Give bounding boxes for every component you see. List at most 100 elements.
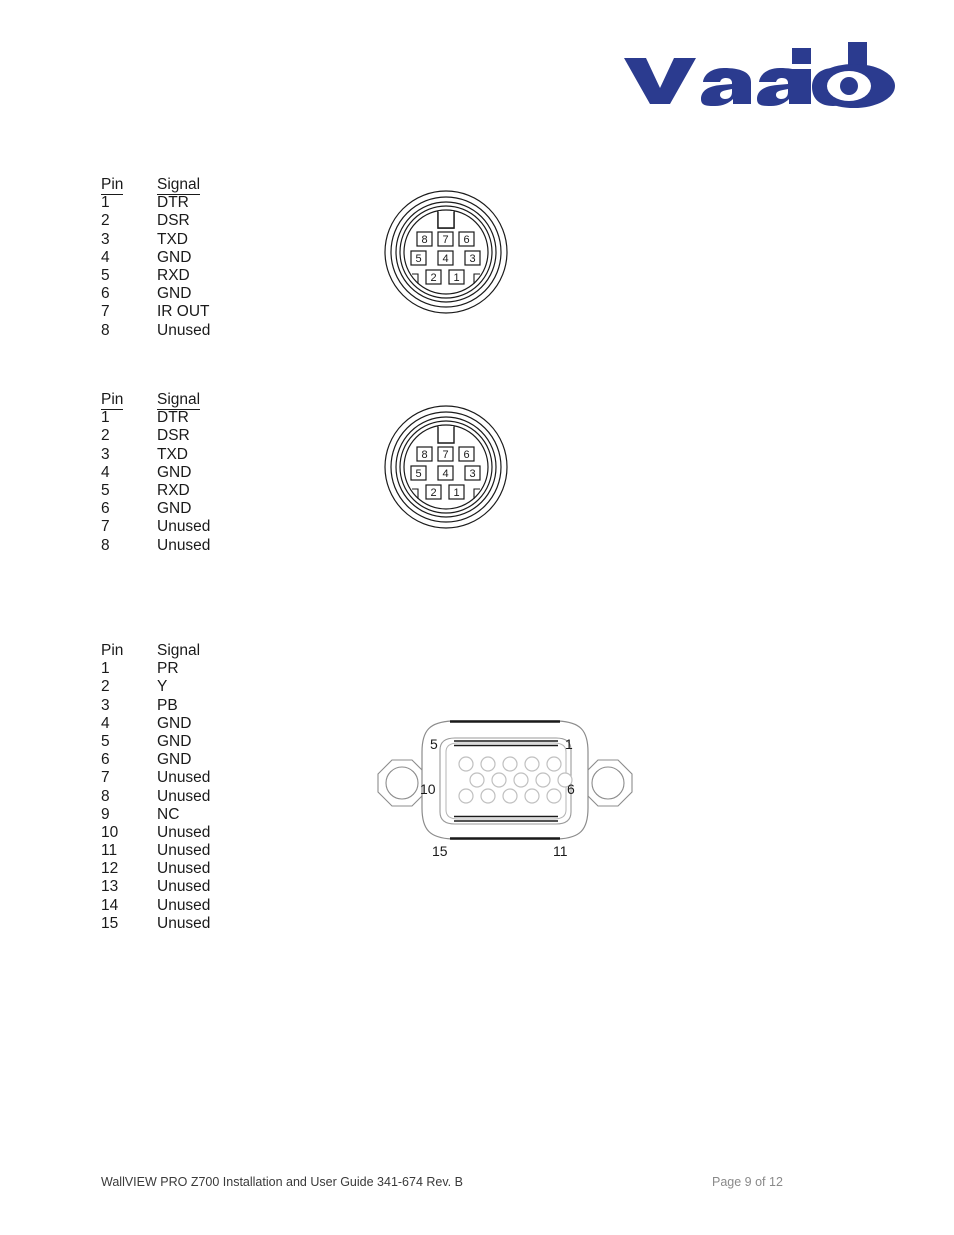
table-row: 15 Unused	[101, 915, 210, 933]
header-pin: Pin	[101, 642, 124, 659]
table-row: 5 RXD	[101, 482, 210, 500]
connector-diagram-mini-din-8-bottom: 8 7 6 5 4 3 2 1	[382, 403, 510, 531]
cell-pin: 2	[101, 212, 110, 230]
header-signal: Signal	[157, 642, 201, 659]
table-row: 12 Unused	[101, 860, 210, 878]
pin-label-4: 4	[442, 468, 448, 480]
cell-signal: Y	[157, 678, 168, 696]
db15-label-15: 15	[432, 843, 448, 856]
pin-label-7: 7	[442, 449, 448, 461]
cell-signal: NC	[157, 805, 180, 823]
header-signal: Signal	[157, 176, 201, 196]
table-row: 1 PR	[101, 660, 210, 678]
cell-pin: 14	[101, 896, 119, 914]
table-row: 4 GND	[101, 715, 210, 733]
cell-signal: Unused	[157, 878, 211, 896]
cell-pin: 11	[101, 842, 118, 860]
pin-label-6: 6	[463, 449, 469, 461]
cell-pin: 2	[101, 427, 110, 445]
cell-signal: Unused	[157, 860, 211, 878]
cell-signal: PR	[157, 660, 179, 678]
cell-pin: 7	[101, 303, 110, 321]
table-row: 5 GND	[101, 733, 210, 751]
cell-pin: 4	[101, 248, 110, 266]
table-row: 6 GND	[101, 751, 210, 769]
cell-pin: 1	[101, 194, 110, 212]
cell-signal: GND	[157, 248, 192, 266]
table-row: 10 Unused	[101, 824, 210, 842]
cell-signal: DTR	[157, 409, 189, 427]
cell-pin: 13	[101, 878, 119, 896]
table-row: 7 Unused	[101, 769, 210, 787]
db15-label-10: 10	[420, 781, 436, 797]
table-row: 6 GND	[101, 285, 210, 303]
table-row: 3 TXD	[101, 231, 210, 249]
cell-pin: 8	[101, 321, 110, 339]
cell-signal: DSR	[157, 427, 190, 445]
connector-diagram-mini-din-8-top: 8 7 6 5 4 3 2 1	[382, 188, 510, 316]
table-row: 1 DTR	[101, 194, 210, 212]
table-row: 13 Unused	[101, 878, 210, 896]
page-footer: WallVIEW PRO Z700 Installation and User …	[0, 1175, 954, 1195]
cell-pin: 9	[101, 805, 110, 823]
header-pin: Pin	[101, 176, 124, 196]
cell-signal: GND	[157, 463, 192, 481]
table-row: 1 DTR	[101, 409, 210, 427]
cell-signal: RXD	[157, 266, 190, 284]
pin-label-5: 5	[415, 468, 421, 480]
pin-label-2: 2	[430, 272, 436, 284]
cell-pin: 6	[101, 500, 110, 518]
table-row: 7 IR OUT	[101, 303, 210, 321]
connector-diagram-db15: 5 1 10 6 15 11	[360, 716, 650, 859]
cell-signal: GND	[157, 732, 192, 750]
cell-signal: TXD	[157, 445, 188, 463]
cell-pin: 6	[101, 751, 110, 769]
table-row: 11 Unused	[101, 842, 210, 860]
pinout-table-1: Pin Signal 1 DTR 2 DSR 3 TXD 4 GND 5 RXD 6 GND …	[101, 176, 210, 340]
cell-pin: 1	[101, 660, 110, 678]
cell-pin: 7	[101, 769, 110, 787]
cell-signal: Unused	[157, 536, 211, 554]
cell-signal: PB	[157, 696, 178, 714]
cell-pin: 10	[101, 823, 119, 841]
pin-label-1: 1	[453, 487, 459, 499]
cell-pin: 8	[101, 536, 110, 554]
cell-pin: 6	[101, 285, 110, 303]
pinout-table-3: Pin Signal 1 PR 2Y 3 PB 4 GND 5 GND 6 GND 7 Unu…	[101, 642, 210, 933]
table-header-row: Pin Signal	[101, 642, 210, 660]
table-row: 2 DSR	[101, 212, 210, 230]
cell-pin: 4	[101, 714, 110, 732]
table-row: 4 GND	[101, 249, 210, 267]
cell-pin: 4	[101, 463, 110, 481]
pin-label-1: 1	[453, 272, 459, 284]
cell-signal: IR OUT	[157, 303, 210, 321]
pin-label-7: 7	[442, 234, 448, 246]
table-row: 2 DSR	[101, 427, 210, 445]
table-row: 3 TXD	[101, 446, 210, 464]
table-header-row: Pin Signal	[101, 391, 210, 411]
pinout-table-2: Pin Signal 1 DTR 2 DSR 3 TXD 4 GND 5 RXD 6 GND …	[101, 391, 210, 555]
pin-label-4: 4	[442, 253, 448, 265]
cell-pin: 3	[101, 696, 110, 714]
cell-signal: GND	[157, 714, 192, 732]
cell-pin: 15	[101, 914, 119, 932]
cell-signal: Unused	[157, 321, 211, 339]
cell-pin: 3	[101, 445, 110, 463]
vaddio-logo	[620, 40, 895, 108]
header-pin: Pin	[101, 391, 124, 411]
cell-signal: GND	[157, 500, 192, 518]
cell-signal: Unused	[157, 914, 211, 932]
cell-pin: 5	[101, 266, 110, 284]
pin-label-3: 3	[469, 468, 475, 480]
pin-label-3: 3	[469, 253, 475, 265]
pin-label-2: 2	[430, 487, 436, 499]
cell-signal: GND	[157, 285, 192, 303]
cell-pin: 5	[101, 481, 110, 499]
cell-signal: DSR	[157, 212, 190, 230]
cell-signal: Unused	[157, 823, 211, 841]
footer-page-number: Page 9 of 12	[712, 1175, 783, 1189]
pin-label-8: 8	[421, 449, 427, 461]
cell-signal: Unused	[157, 842, 211, 860]
pin-label-5: 5	[415, 253, 421, 265]
table-row: 4 GND	[101, 464, 210, 482]
